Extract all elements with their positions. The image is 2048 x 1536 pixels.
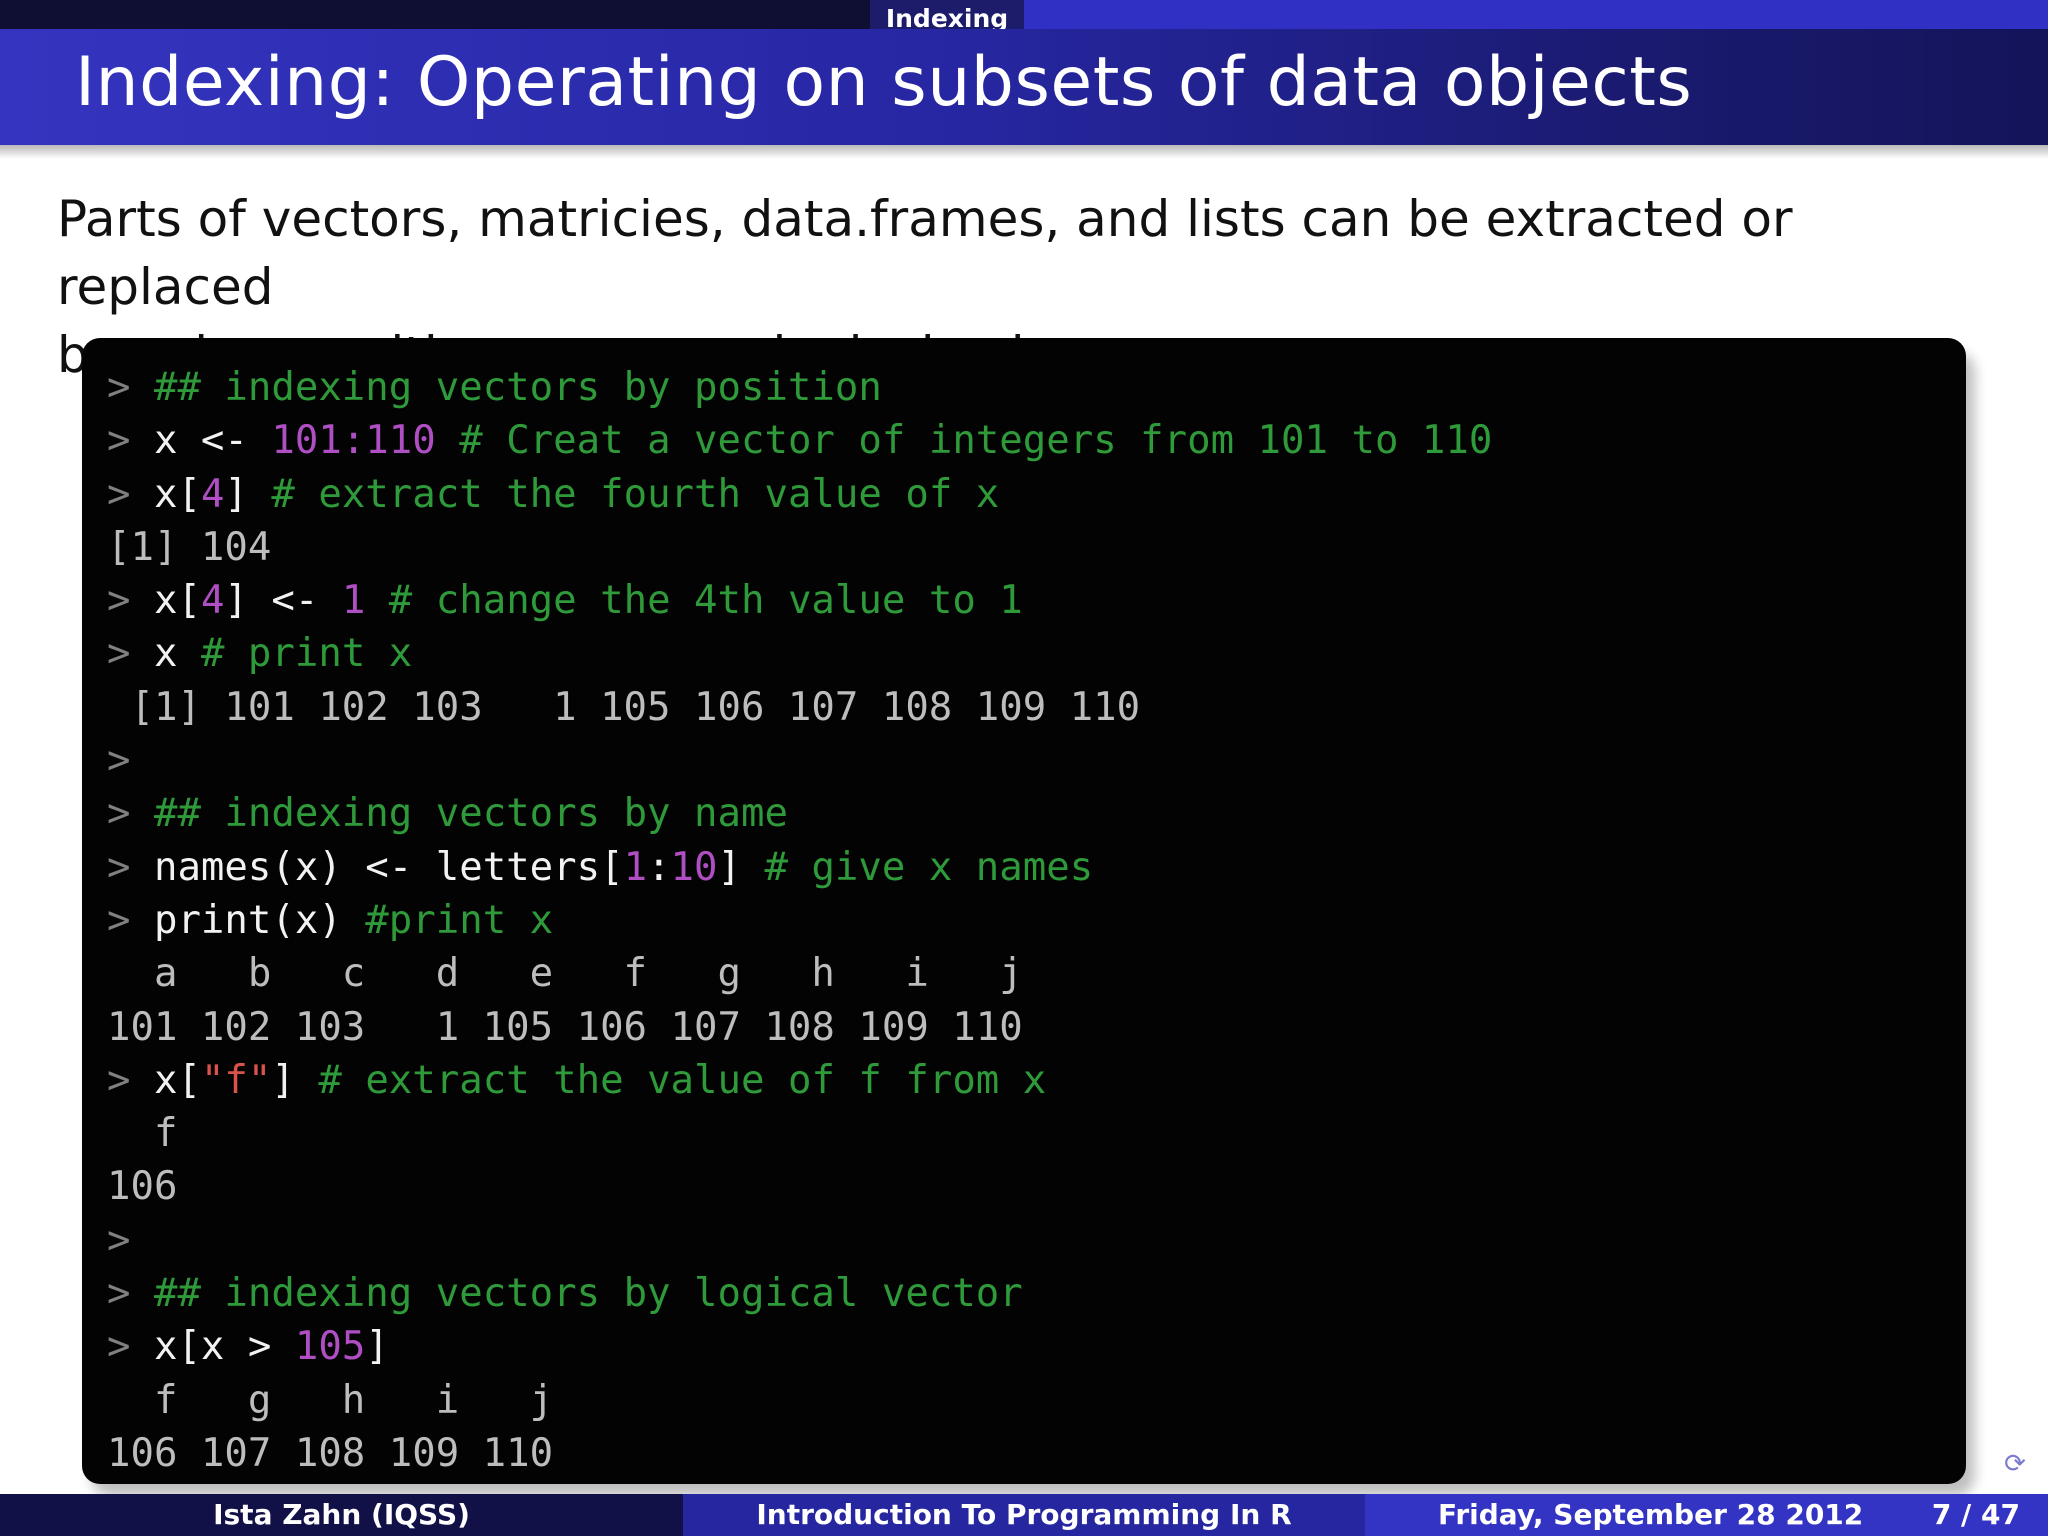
code-line: > <box>107 1214 1966 1267</box>
code-line: > x # print x <box>107 627 1966 680</box>
code-text: ] <- <box>224 578 342 624</box>
output-text: 101 102 103 1 105 106 107 108 109 110 <box>107 1004 1023 1050</box>
prompt: > <box>107 1217 131 1263</box>
title-shadow <box>0 145 2048 159</box>
code-number: 1 <box>341 578 366 624</box>
page-number[interactable]: 7 / 47 <box>1932 1494 2020 1536</box>
code-output: f <box>107 1107 1966 1160</box>
code-text: x[ <box>153 1057 201 1103</box>
code-text: ] <box>224 471 272 517</box>
output-text: f <box>107 1111 178 1157</box>
code-comment: #print x <box>365 897 554 943</box>
code-comment: ## indexing vectors by logical vector <box>153 1271 1023 1317</box>
code-output: 106 <box>107 1160 1966 1213</box>
code-comment: # change the 4th value to 1 <box>388 578 1023 624</box>
code-line: > <box>107 734 1966 787</box>
output-text: f g h i j <box>107 1377 554 1423</box>
code-text: ] <box>717 844 765 890</box>
prompt: > <box>107 578 131 624</box>
code-number: 105 <box>294 1324 366 1370</box>
code-line: > ## indexing vectors by logical vector <box>107 1267 1966 1320</box>
prompt: > <box>107 1057 131 1103</box>
code-block: > ## indexing vectors by position > x <-… <box>82 338 1966 1484</box>
footer-author[interactable]: Ista Zahn (IQSS) <box>0 1494 683 1536</box>
prompt: > <box>107 471 131 517</box>
code-comment: # extract the value of f from x <box>318 1057 1047 1103</box>
footer-date: Friday, September 28 2012 <box>1438 1498 1864 1531</box>
code-line: > x[4] # extract the fourth value of x <box>107 468 1966 521</box>
code-line: > names(x) <- letters[1:10] # give x nam… <box>107 841 1966 894</box>
code-output: 101 102 103 1 105 106 107 108 109 110 <box>107 1001 1966 1054</box>
code-text: x[ <box>153 578 201 624</box>
output-text: 106 <box>107 1164 178 1210</box>
code-number: 10 <box>670 844 718 890</box>
code-text: x <box>153 631 201 677</box>
prompt: > <box>107 844 131 890</box>
code-comment: ## indexing vectors by name <box>153 791 788 837</box>
code-text: ] <box>271 1057 319 1103</box>
code-output: 106 107 108 109 110 <box>107 1427 1966 1480</box>
frame-title-bar: Indexing: Operating on subsets of data o… <box>0 29 2048 145</box>
prompt: > <box>107 897 131 943</box>
prompt: > <box>107 365 131 410</box>
code-output: [1] 101 102 103 1 105 106 107 108 109 11… <box>107 681 1966 734</box>
prompt: > <box>107 1271 131 1317</box>
code-comment: # Creat a vector of integers from 101 to… <box>459 418 1493 464</box>
code-line: > print(x) #print x <box>107 894 1966 947</box>
slide-title: Indexing: Operating on subsets of data o… <box>75 43 1693 122</box>
output-text: a b c d e f g h i j <box>107 951 1023 997</box>
footer-course[interactable]: Introduction To Programming In R <box>683 1494 1365 1536</box>
code-number: 4 <box>200 578 225 624</box>
code-text: : <box>647 844 671 890</box>
code-line: > x <- 101:110 # Creat a vector of integ… <box>107 414 1966 467</box>
top-bar-left <box>0 0 870 29</box>
code-comment: ## indexing vectors by position <box>153 365 882 410</box>
prompt: > <box>107 1324 131 1370</box>
code-text: names(x) <- letters[ <box>153 844 624 890</box>
code-number: 101:110 <box>271 418 436 464</box>
code-text: x[x > <box>153 1324 295 1370</box>
code-text: ] <box>365 1324 389 1370</box>
prompt: > <box>107 418 131 464</box>
code-text: print(x) <box>153 897 366 943</box>
code-output: [1] 104 <box>107 521 1966 574</box>
code-text: x[ <box>153 471 201 517</box>
prompt: > <box>107 631 131 677</box>
code-number: 1 <box>623 844 648 890</box>
prompt: > <box>107 791 131 837</box>
code-line: > x[x > 105] <box>107 1320 1966 1373</box>
code-text: x <- <box>153 418 272 464</box>
output-text: [1] 104 <box>107 524 272 570</box>
code-number: 4 <box>200 471 225 517</box>
code-comment: # extract the fourth value of x <box>271 471 1000 517</box>
output-text: [1] 101 102 103 1 105 106 107 108 109 11… <box>107 684 1141 730</box>
intro-line-1: Parts of vectors, matricies, data.frames… <box>57 190 1793 316</box>
footer-bar: Ista Zahn (IQSS) Introduction To Program… <box>0 1494 2048 1536</box>
code-string: "f" <box>200 1057 272 1103</box>
footer-date-page: Friday, September 28 2012 7 / 47 <box>1365 1494 2048 1536</box>
output-text: 106 107 108 109 110 <box>107 1430 554 1476</box>
section-title[interactable]: Indexing <box>870 0 1024 33</box>
code-comment: # print x <box>200 631 413 677</box>
code-line: > ## indexing vectors by position <box>107 361 1966 414</box>
top-bar-right <box>1024 0 2048 29</box>
code-comment: # give x names <box>764 844 1094 890</box>
prompt: > <box>107 738 131 784</box>
code-output: f g h i j <box>107 1374 1966 1427</box>
code-output: a b c d e f g h i j <box>107 947 1966 1000</box>
refresh-icon[interactable]: ⟳ <box>2001 1450 2029 1478</box>
code-line: > x[4] <- 1 # change the 4th value to 1 <box>107 574 1966 627</box>
code-line: > ## indexing vectors by name <box>107 787 1966 840</box>
top-navigation-bar: Indexing <box>0 0 2048 33</box>
code-line: > x["f"] # extract the value of f from x <box>107 1054 1966 1107</box>
